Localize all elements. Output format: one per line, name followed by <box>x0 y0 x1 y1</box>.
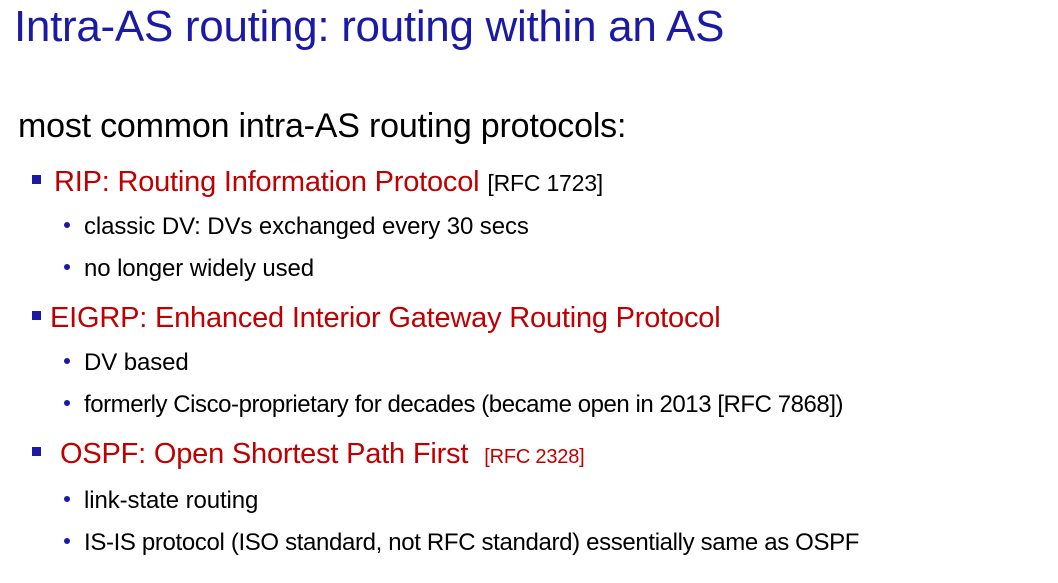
protocol-item-eigrp: EIGRP: Enhanced Interior Gateway Routing… <box>32 302 721 335</box>
list-item: IS-IS protocol (ISO standard, not RFC st… <box>64 529 859 557</box>
round-bullet-icon <box>64 357 70 364</box>
list-item: no longer widely used <box>64 255 314 283</box>
square-bullet-icon <box>32 446 41 456</box>
protocol-name: EIGRP: Enhanced Interior Gateway Routing… <box>50 302 721 334</box>
square-bullet-icon <box>32 174 41 184</box>
square-bullet-icon <box>32 310 41 320</box>
round-bullet-icon <box>64 221 70 228</box>
protocol-item-ospf: OSPF: Open Shortest Path First [RFC 2328] <box>32 438 585 471</box>
protocol-name: RIP: Routing Information Protocol <box>54 166 480 198</box>
point-text: DV based <box>84 349 189 376</box>
point-text: formerly Cisco-proprietary for decades (… <box>84 391 844 418</box>
rfc-reference: [RFC 1723] <box>487 170 603 196</box>
list-item: link-state routing <box>64 487 258 515</box>
point-text: link-state routing <box>84 487 259 514</box>
protocol-item-rip: RIP: Routing Information Protocol [RFC 17… <box>32 166 603 199</box>
round-bullet-icon <box>64 263 70 270</box>
intro-text: most common intra-AS routing protocols: <box>18 107 627 145</box>
list-item: classic DV: DVs exchanged every 30 secs <box>64 213 529 241</box>
round-bullet-icon <box>64 495 70 502</box>
protocol-name: OSPF: Open Shortest Path First <box>60 438 469 470</box>
round-bullet-icon <box>64 399 70 406</box>
round-bullet-icon <box>64 537 70 544</box>
slide-title: Intra-AS routing: routing within an AS <box>14 2 725 51</box>
rfc-reference: [RFC 2328] <box>484 446 585 468</box>
list-item: DV based <box>64 349 189 377</box>
point-text: no longer widely used <box>84 255 315 282</box>
list-item: formerly Cisco-proprietary for decades (… <box>64 391 844 419</box>
point-text: IS-IS protocol (ISO standard, not RFC st… <box>84 529 860 556</box>
point-text: classic DV: DVs exchanged every 30 secs <box>84 213 529 240</box>
